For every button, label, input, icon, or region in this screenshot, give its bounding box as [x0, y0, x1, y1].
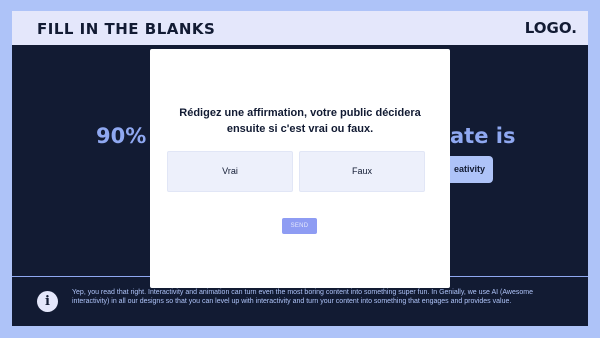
background-heading-fragment: ate is: [450, 124, 516, 148]
modal-prompt: Rédigez une affirmation, votre public dé…: [179, 107, 421, 135]
footer-text: Yep, you read that right. Interactivity …: [72, 289, 533, 305]
background-creativity-button[interactable]: eativity: [444, 156, 493, 183]
info-icon[interactable]: i: [37, 291, 58, 312]
header-title: FILL IN THE BLANKS: [37, 20, 216, 38]
background-stat-text: 90%: [96, 124, 147, 148]
choice-vrai-button[interactable]: Vrai: [167, 151, 293, 192]
header-bar: FILL IN THE BLANKS LOGO.: [12, 11, 588, 45]
fill-blank-modal: Rédigez une affirmation, votre public dé…: [150, 49, 450, 288]
logo: LOGO.: [524, 19, 577, 37]
choice-faux-button[interactable]: Faux: [299, 151, 425, 192]
send-button[interactable]: SEND: [282, 218, 317, 234]
